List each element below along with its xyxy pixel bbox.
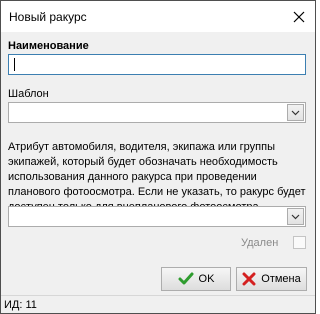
ok-button[interactable]: OK (161, 267, 231, 291)
attribute-combobox[interactable] (8, 206, 306, 227)
template-label: Шаблон (8, 88, 49, 100)
text-caret (14, 58, 15, 71)
dialog-window: Новый ракурс Наименование Шаблон Атрибут… (0, 0, 316, 314)
name-input[interactable] (8, 54, 306, 75)
close-button[interactable] (283, 1, 315, 32)
ok-button-label: OK (198, 273, 215, 285)
template-dropdown-button[interactable] (287, 104, 304, 121)
window-title: Новый ракурс (9, 10, 87, 24)
attribute-description: Атрибут автомобиля, водителя, экипажа ил… (8, 141, 306, 213)
cancel-button[interactable]: Отмена (236, 267, 307, 291)
chevron-down-icon (291, 214, 300, 219)
deleted-label: Удален (241, 237, 279, 249)
deleted-checkbox[interactable] (293, 236, 306, 249)
template-combobox[interactable] (8, 102, 306, 123)
attribute-dropdown-button[interactable] (287, 208, 304, 225)
status-bar: ИД: 11 (1, 295, 315, 313)
record-id: ИД: 11 (4, 299, 37, 311)
checkmark-icon (178, 272, 194, 285)
title-bar: Новый ракурс (1, 1, 315, 32)
chevron-down-icon (291, 110, 300, 115)
cancel-button-label: Отмена (261, 273, 301, 285)
cancel-icon (242, 272, 256, 286)
dialog-content: Наименование Шаблон Атрибут автомобиля, … (1, 32, 315, 313)
close-icon (293, 11, 305, 22)
name-label: Наименование (8, 40, 89, 52)
